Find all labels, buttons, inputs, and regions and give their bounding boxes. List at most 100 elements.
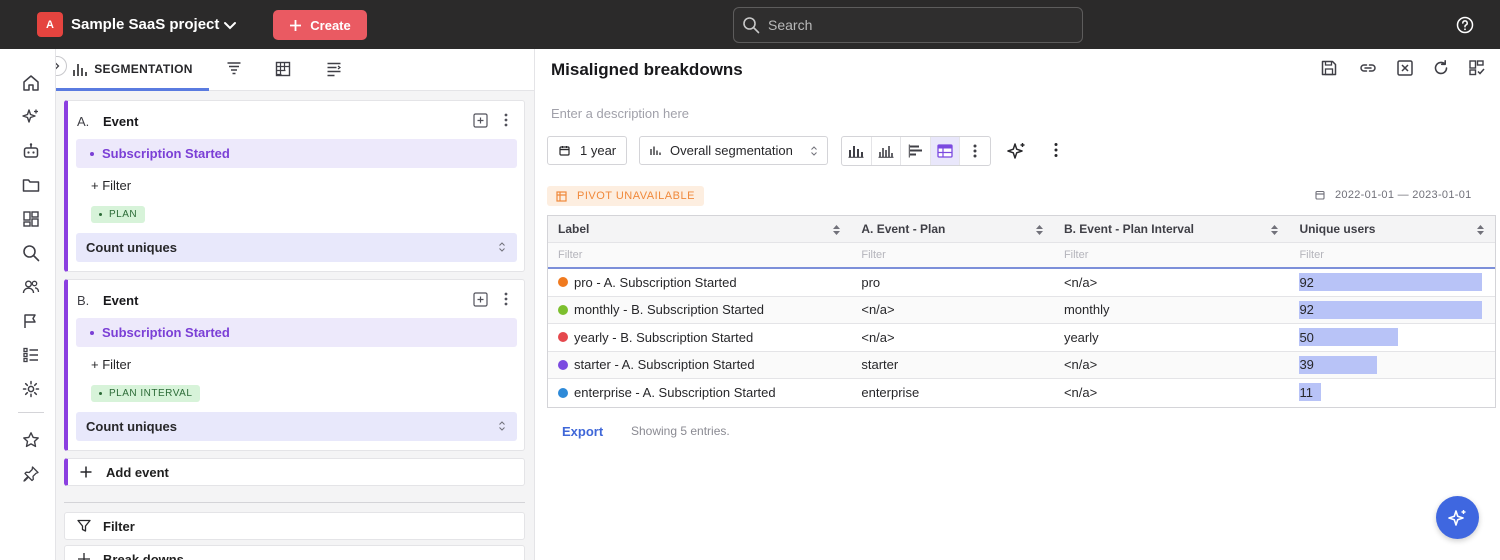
column-header-plan[interactable]: A. Event - Plan xyxy=(851,216,1054,242)
plan-cell: <n/a> xyxy=(851,324,1054,351)
column-header-text: Unique users xyxy=(1299,222,1376,236)
more-vertical-icon[interactable] xyxy=(960,137,990,165)
filter-cell xyxy=(548,243,851,267)
create-button[interactable]: Create xyxy=(273,10,367,40)
add-event-button[interactable]: Add event xyxy=(64,458,525,486)
up-down-arrows-icon xyxy=(498,241,506,253)
column-header-label[interactable]: Label xyxy=(548,216,851,242)
table-row[interactable]: yearly - B. Subscription Started <n/a> yea… xyxy=(548,324,1495,352)
add-to-dashboard-icon[interactable] xyxy=(1468,59,1486,77)
plan-value: <n/a> xyxy=(861,329,895,345)
measure-select[interactable]: Count uniques xyxy=(76,233,517,262)
interval-value: <n/a> xyxy=(1063,385,1098,401)
chevron-right-icon xyxy=(56,61,62,71)
dashboard-icon[interactable] xyxy=(21,209,41,229)
table-row[interactable]: pro - A. Subscription Started pro <n/a> 92 xyxy=(548,269,1495,297)
export-link[interactable]: Export xyxy=(562,424,603,439)
sort-icon[interactable] xyxy=(1476,224,1485,236)
horizontal-bar-chart-icon[interactable] xyxy=(901,137,931,165)
more-vertical-icon[interactable] xyxy=(503,112,509,128)
funnel-tab-icon[interactable] xyxy=(226,61,242,77)
help-icon[interactable] xyxy=(1456,16,1474,34)
column-filter-input[interactable] xyxy=(558,249,738,261)
panel-divider xyxy=(64,502,525,503)
add-filter-button[interactable]: + Filter xyxy=(91,357,131,372)
plan-value: pro xyxy=(861,274,881,290)
visualization-switcher xyxy=(841,136,991,166)
breakdown-chip[interactable]: PLAN xyxy=(91,206,146,223)
bullet-icon xyxy=(90,330,94,335)
chevron-down-icon[interactable] xyxy=(222,17,238,33)
plan-value: enterprise xyxy=(861,385,920,401)
measure-select[interactable]: Count uniques xyxy=(76,412,517,441)
value-bar xyxy=(1299,300,1483,319)
query-tabs: SEGMENTATION xyxy=(56,49,534,91)
row-label: pro - A. Subscription Started xyxy=(574,274,737,290)
selected-event[interactable]: Subscription Started xyxy=(76,139,517,168)
results-table: Label A. Event - Plan B. Event - Plan In… xyxy=(547,215,1496,408)
pivot-table-icon xyxy=(556,190,567,202)
column-filter-input[interactable] xyxy=(1063,249,1244,261)
home-icon[interactable] xyxy=(21,73,41,93)
robot-icon[interactable] xyxy=(21,141,41,161)
report-title[interactable]: Misaligned breakdowns xyxy=(551,60,743,80)
link-icon[interactable] xyxy=(1359,59,1377,77)
column-header-text: Label xyxy=(558,222,590,236)
sparkle-icon[interactable] xyxy=(21,107,41,127)
table-row[interactable]: starter - A. Subscription Started starter… xyxy=(548,351,1495,379)
users-cell: 11 xyxy=(1289,379,1495,407)
ai-assistant-button[interactable] xyxy=(1436,496,1479,539)
breakdown-icon xyxy=(77,552,91,560)
flag-icon[interactable] xyxy=(21,311,41,331)
filter-section[interactable]: Filter xyxy=(64,512,525,540)
search-input[interactable] xyxy=(768,17,1058,33)
event-title: Event xyxy=(103,293,139,308)
folder-icon[interactable] xyxy=(21,175,41,195)
add-square-icon[interactable] xyxy=(473,113,488,128)
interval-cell: <n/a> xyxy=(1054,352,1290,379)
ai-sparkle-icon[interactable] xyxy=(1007,141,1027,161)
more-options-icon[interactable] xyxy=(1053,142,1059,158)
save-icon[interactable] xyxy=(1320,59,1338,77)
column-header-unique-users[interactable]: Unique users xyxy=(1289,216,1495,242)
settings-gear-icon[interactable] xyxy=(21,379,41,399)
more-vertical-icon[interactable] xyxy=(503,291,509,307)
add-filter-button[interactable]: + Filter xyxy=(91,178,131,193)
users-icon[interactable] xyxy=(21,277,41,297)
pin-icon[interactable] xyxy=(21,464,41,484)
close-square-icon[interactable] xyxy=(1396,59,1414,77)
explore-search-icon[interactable] xyxy=(21,243,41,263)
project-name[interactable]: Sample SaaS project xyxy=(71,16,219,33)
flows-tab-icon[interactable] xyxy=(326,61,342,77)
table-view-icon[interactable] xyxy=(930,137,961,165)
selected-event-label: Subscription Started xyxy=(102,146,230,161)
segmentation-select-label: Overall segmentation xyxy=(670,143,793,158)
retention-tab-icon[interactable] xyxy=(275,61,291,77)
breakdowns-section[interactable]: Break downs xyxy=(64,545,525,560)
grouped-column-chart-icon[interactable] xyxy=(872,137,902,165)
search-box[interactable] xyxy=(733,7,1083,43)
star-icon[interactable] xyxy=(21,430,41,450)
selected-event[interactable]: Subscription Started xyxy=(76,318,517,347)
description-input[interactable]: Enter a description here xyxy=(551,106,689,121)
column-filter-input[interactable] xyxy=(1299,249,1480,261)
users-value: 92 xyxy=(1299,274,1314,290)
checklist-icon[interactable] xyxy=(21,345,41,365)
column-filter-input[interactable] xyxy=(861,249,1042,261)
table-header: Label A. Event - Plan B. Event - Plan In… xyxy=(548,216,1495,243)
segmentation-select[interactable]: Overall segmentation xyxy=(639,136,828,165)
tab-segmentation[interactable]: SEGMENTATION xyxy=(56,49,209,91)
project-avatar[interactable]: A xyxy=(37,12,63,37)
table-row[interactable]: monthly - B. Subscription Started <n/a> mo… xyxy=(548,296,1495,324)
sort-icon[interactable] xyxy=(1270,224,1279,236)
add-square-icon[interactable] xyxy=(473,292,488,307)
refresh-icon[interactable] xyxy=(1432,59,1450,77)
event-letter: B. xyxy=(77,293,90,308)
sort-icon[interactable] xyxy=(832,224,841,236)
column-header-plan-interval[interactable]: B. Event - Plan Interval xyxy=(1054,216,1290,242)
sort-icon[interactable] xyxy=(1035,224,1044,236)
date-range-button[interactable]: 1 year xyxy=(547,136,627,165)
column-chart-icon[interactable] xyxy=(842,137,872,165)
breakdown-chip[interactable]: PLAN INTERVAL xyxy=(91,385,201,402)
table-row[interactable]: enterprise - A. Subscription Started ente… xyxy=(548,379,1495,407)
